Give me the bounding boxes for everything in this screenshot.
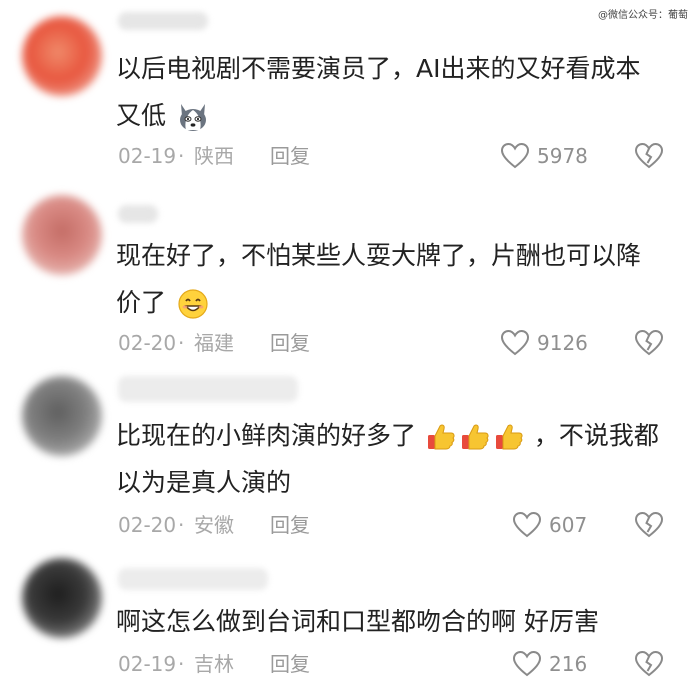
heart-like-icon[interactable]: [500, 328, 530, 358]
comment-line: 以后电视剧不需要演员了，AI出来的又好看成本: [116, 54, 641, 83]
husky-dog-emoji: [176, 100, 210, 134]
username[interactable]: [118, 568, 268, 590]
comment-line: 现在好了，不怕某些人耍大牌了，片酬也可以降: [116, 241, 642, 270]
meta-separator: ·: [178, 331, 185, 355]
like-count: 9126: [537, 331, 588, 355]
comment-text: 啊这怎么做到台词和口型都吻合的啊 好厉害: [116, 598, 670, 645]
thumbs-up-emoji: [424, 420, 458, 454]
comment-meta: 02-20 · 安徽 回复 607: [118, 510, 678, 540]
like-count: 607: [549, 513, 588, 537]
username[interactable]: [118, 205, 158, 223]
comment-text: 现在好了，不怕某些人耍大牌了，片酬也可以降 价了: [116, 232, 670, 326]
thumbs-up-emoji: [458, 420, 492, 454]
broken-heart-dislike-icon[interactable]: [634, 510, 664, 540]
comment-location: 福建: [194, 331, 234, 355]
heart-like-icon[interactable]: [512, 510, 542, 540]
comment-line: 以为是真人演的: [116, 468, 292, 497]
comment-meta: 02-19 · 吉林 回复 216: [118, 649, 678, 679]
comment-line: 比现在的小鲜肉演的好多了 ，不说我都: [116, 412, 670, 459]
comment-text: 以后电视剧不需要演员了，AI出来的又好看成本 又低: [116, 45, 670, 139]
heart-like-icon[interactable]: [500, 141, 530, 171]
meta-separator: ·: [178, 513, 185, 537]
comment-location: 安徽: [194, 513, 234, 537]
like-count: 216: [549, 652, 588, 676]
watermark: @微信公众号：葡萄: [598, 10, 688, 21]
comment-date: 02-19: [118, 144, 177, 168]
broken-heart-dislike-icon[interactable]: [634, 141, 664, 171]
broken-heart-dislike-icon[interactable]: [634, 649, 664, 679]
heart-like-icon[interactable]: [512, 649, 542, 679]
comment-line: 啊这怎么做到台词和口型都吻合的啊 好厉害: [116, 607, 599, 636]
comment-date: 02-20: [118, 513, 177, 537]
comment-line-text: 价了: [116, 288, 167, 317]
comment-date: 02-20: [118, 331, 177, 355]
comment-meta: 02-19 · 陕西 回复 5978: [118, 141, 678, 171]
comment-location: 陕西: [194, 144, 234, 168]
comment-line-text: ，不说我都: [533, 421, 659, 450]
meta-separator: ·: [178, 144, 185, 168]
comment-line-text: 比现在的小鲜肉演的好多了: [116, 421, 417, 450]
reply-button[interactable]: 回复: [270, 510, 310, 540]
comment-text: 比现在的小鲜肉演的好多了 ，不说我都 以为是真人演的: [116, 412, 670, 506]
reply-button[interactable]: 回复: [270, 141, 310, 171]
comment-date: 02-19: [118, 652, 177, 676]
smiling-face-emoji: [176, 287, 210, 321]
thumbs-up-emoji: [492, 420, 526, 454]
reply-button[interactable]: 回复: [270, 649, 310, 679]
reply-button[interactable]: 回复: [270, 328, 310, 358]
avatar[interactable]: [22, 195, 102, 275]
avatar[interactable]: [22, 376, 102, 456]
comment-line-text: 又低: [116, 101, 167, 130]
username[interactable]: [118, 12, 208, 30]
comment-line: 价了: [116, 279, 670, 326]
username[interactable]: [118, 376, 298, 402]
comment-location: 吉林: [194, 652, 234, 676]
like-count: 5978: [537, 144, 588, 168]
meta-separator: ·: [178, 652, 185, 676]
broken-heart-dislike-icon[interactable]: [634, 328, 664, 358]
avatar[interactable]: [22, 558, 102, 638]
avatar[interactable]: [22, 16, 102, 96]
comment-meta: 02-20 · 福建 回复 9126: [118, 328, 678, 358]
comment-line: 又低: [116, 92, 670, 139]
